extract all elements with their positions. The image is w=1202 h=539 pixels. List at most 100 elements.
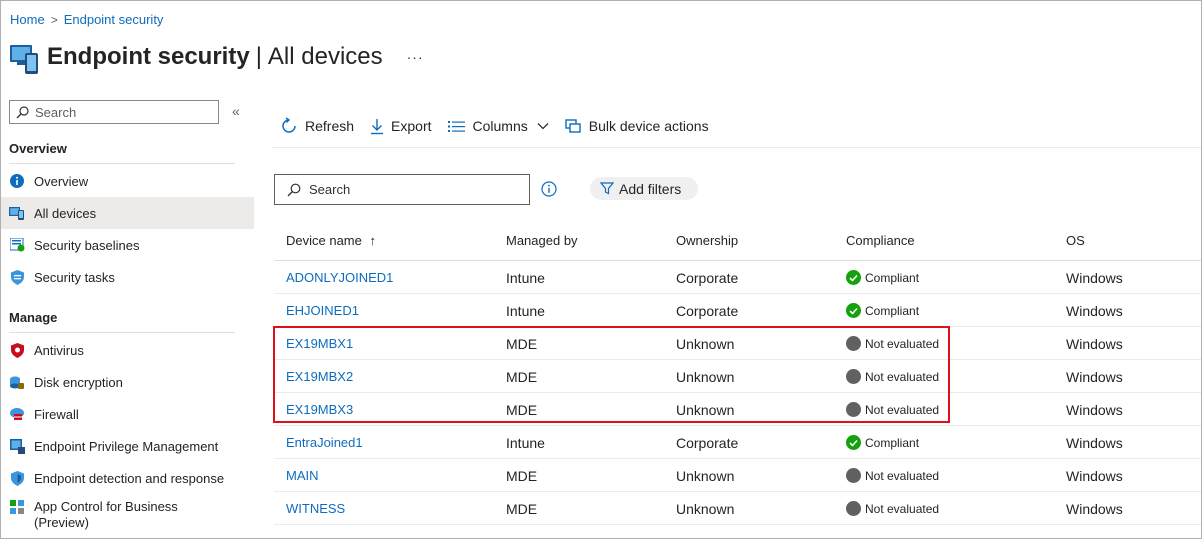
table-row[interactable]: WITNESS MDE Unknown Not evaluated Windows xyxy=(274,492,1201,525)
table-row[interactable]: ADONLYJOINED1 Intune Corporate Compliant Win… xyxy=(274,261,1201,294)
collapse-sidebar-icon[interactable]: « xyxy=(232,103,240,119)
managed-by-cell: MDE xyxy=(506,468,538,484)
search-icon xyxy=(287,183,301,196)
sidebar-item-label: Security tasks xyxy=(34,269,115,285)
sidebar-item-endpoint-detection-and-response[interactable]: Endpoint detection and response xyxy=(1,462,254,494)
columns-list-icon xyxy=(447,120,466,133)
sidebar-item-label: App Control for Business xyxy=(34,499,178,514)
chevron-down-icon xyxy=(537,123,549,130)
export-label: Export xyxy=(391,118,432,134)
sidebar-item-label: Endpoint Privilege Management xyxy=(34,438,219,454)
os-cell: Windows xyxy=(1066,303,1123,319)
compliant-check-icon xyxy=(846,435,861,450)
device-name-link[interactable]: EX19MBX1 xyxy=(286,336,353,351)
column-header-compliance[interactable]: Compliance xyxy=(846,233,915,248)
os-cell: Windows xyxy=(1066,270,1123,286)
os-cell: Windows xyxy=(1066,501,1123,517)
devices-table: Device name ↑ Managed by Ownership Compl… xyxy=(274,223,1201,525)
not-evaluated-dot-icon xyxy=(846,501,861,516)
compliance-cell: Compliant xyxy=(846,303,919,318)
sidebar-divider xyxy=(9,332,235,333)
task-shield-icon xyxy=(9,269,25,285)
add-filters-button[interactable]: Add filters xyxy=(590,177,698,200)
toolbar-divider xyxy=(272,147,1201,148)
column-header-device-name[interactable]: Device name ↑ xyxy=(286,233,376,248)
add-filters-label: Add filters xyxy=(619,180,682,197)
breadcrumb: Home > Endpoint security xyxy=(10,12,163,27)
compliance-status-label: Not evaluated xyxy=(865,501,940,516)
page-header: Endpoint security | All devices ··· xyxy=(9,39,424,75)
sidebar-search-box[interactable] xyxy=(9,100,219,124)
os-cell: Windows xyxy=(1066,468,1123,484)
compliance-status-label: Compliant xyxy=(865,435,920,450)
compliance-cell: Not evaluated xyxy=(846,468,939,483)
compliance-status-label: Not evaluated xyxy=(865,369,940,384)
sidebar-search-input[interactable] xyxy=(35,104,205,120)
os-cell: Windows xyxy=(1066,402,1123,418)
compliant-check-icon xyxy=(846,270,861,285)
column-header-os[interactable]: OS xyxy=(1066,233,1085,248)
bulk-device-actions-button[interactable]: Bulk device actions xyxy=(565,118,709,134)
table-row[interactable]: EX19MBX3 MDE Unknown Not evaluated Windows xyxy=(274,393,1201,426)
sidebar-item-label: Overview xyxy=(34,173,89,189)
sidebar-item-app-control-for-business[interactable]: App Control for Business (Preview) xyxy=(1,495,254,535)
sidebar-item-all-devices[interactable]: All devices xyxy=(1,197,254,229)
compliance-cell: Not evaluated xyxy=(846,402,939,417)
sidebar: « Overview Overview All devices Security… xyxy=(1,97,254,538)
device-search-box[interactable] xyxy=(274,174,530,205)
column-header-managed-by[interactable]: Managed by xyxy=(506,233,578,248)
managed-by-cell: MDE xyxy=(506,369,538,385)
ownership-cell: Corporate xyxy=(676,303,739,319)
not-evaluated-dot-icon xyxy=(846,468,861,483)
managed-by-cell: MDE xyxy=(506,336,538,352)
breadcrumb-home-link[interactable]: Home xyxy=(10,12,45,27)
export-button[interactable]: Export xyxy=(370,118,432,135)
device-name-link[interactable]: EHJOINED1 xyxy=(286,303,359,318)
devices-icon xyxy=(9,205,25,221)
table-row[interactable]: MAIN MDE Unknown Not evaluated Windows xyxy=(274,459,1201,492)
table-row[interactable]: EntraJoined1 Intune Corporate Compliant Wind… xyxy=(274,426,1201,459)
table-header-row: Device name ↑ Managed by Ownership Compl… xyxy=(274,223,1201,261)
page-subtitle: All devices xyxy=(267,43,383,70)
search-icon xyxy=(16,105,29,118)
sidebar-item-security-baselines[interactable]: Security baselines xyxy=(1,229,254,261)
sidebar-item-endpoint-privilege-management[interactable]: Endpoint Privilege Management xyxy=(1,430,254,462)
device-name-link[interactable]: EntraJoined1 xyxy=(286,435,363,450)
device-name-link[interactable]: EX19MBX2 xyxy=(286,369,353,384)
antivirus-shield-icon xyxy=(9,342,25,358)
bulk-actions-label: Bulk device actions xyxy=(588,118,709,134)
refresh-icon xyxy=(280,117,298,135)
ownership-cell: Unknown xyxy=(676,402,735,418)
sidebar-item-label: Endpoint detection and response xyxy=(34,470,225,486)
table-row[interactable]: EHJOINED1 Intune Corporate Compliant Windows xyxy=(274,294,1201,327)
more-options-button[interactable]: ··· xyxy=(407,49,424,65)
sidebar-item-label: Disk encryption xyxy=(34,374,123,390)
sidebar-item-antivirus[interactable]: Antivirus xyxy=(1,334,254,366)
sidebar-item-security-tasks[interactable]: Security tasks xyxy=(1,261,254,293)
columns-label: Columns xyxy=(472,118,528,134)
sidebar-item-label-group: App Control for Business (Preview) xyxy=(34,499,178,531)
info-icon xyxy=(9,173,25,189)
device-name-link[interactable]: WITNESS xyxy=(286,501,345,516)
sidebar-item-firewall[interactable]: Firewall xyxy=(1,398,254,430)
device-search-input[interactable] xyxy=(309,182,509,197)
device-name-link[interactable]: ADONLYJOINED1 xyxy=(286,270,393,285)
disk-encryption-icon xyxy=(9,374,25,390)
table-row[interactable]: EX19MBX1 MDE Unknown Not evaluated Windows xyxy=(274,327,1201,360)
refresh-button[interactable]: Refresh xyxy=(280,117,354,135)
device-name-link[interactable]: EX19MBX3 xyxy=(286,402,353,417)
device-name-link[interactable]: MAIN xyxy=(286,468,319,483)
columns-button[interactable]: Columns xyxy=(447,118,549,134)
breadcrumb-endpoint-security-link[interactable]: Endpoint security xyxy=(64,12,164,27)
os-cell: Windows xyxy=(1066,435,1123,451)
managed-by-cell: Intune xyxy=(506,270,545,286)
sidebar-item-disk-encryption[interactable]: Disk encryption xyxy=(1,366,254,398)
column-header-ownership[interactable]: Ownership xyxy=(676,233,738,248)
info-circle-icon[interactable] xyxy=(541,181,557,197)
compliance-cell: Compliant xyxy=(846,435,919,450)
sidebar-item-label: Firewall xyxy=(34,406,79,422)
sidebar-item-overview[interactable]: Overview xyxy=(1,165,254,197)
command-bar: Refresh Export Columns Bulk device actio… xyxy=(280,114,725,138)
managed-by-cell: Intune xyxy=(506,435,545,451)
table-row[interactable]: EX19MBX2 MDE Unknown Not evaluated Windows xyxy=(274,360,1201,393)
